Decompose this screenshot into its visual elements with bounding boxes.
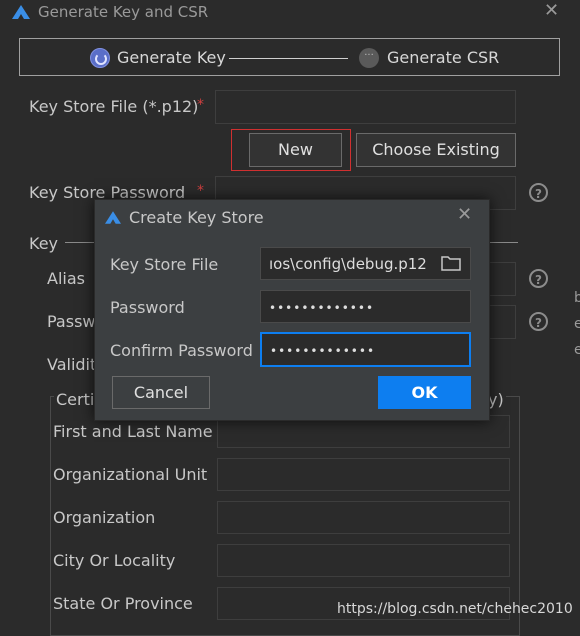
step-generate-csr: Generate CSR bbox=[387, 48, 500, 67]
window-close-icon[interactable]: ✕ bbox=[544, 0, 559, 21]
dialog-close-icon[interactable]: ✕ bbox=[457, 204, 472, 225]
keystore-file-input[interactable] bbox=[215, 90, 516, 124]
background-text-fragment: e bbox=[574, 316, 580, 332]
background-text-fragment: b bbox=[574, 290, 580, 306]
step-current-icon bbox=[90, 48, 110, 68]
keystore-file-path: ıos\config\debug.p12 bbox=[269, 255, 427, 273]
organization-input[interactable] bbox=[217, 501, 510, 534]
dialog-keystore-file-input[interactable]: ıos\config\debug.p12 bbox=[260, 247, 471, 280]
create-keystore-dialog: Create Key Store ✕ Key Store File ıos\co… bbox=[94, 199, 490, 421]
org-unit-label: Organizational Unit bbox=[53, 465, 208, 484]
watermark-url: https://blog.csdn.net/chehec2010 bbox=[337, 601, 573, 617]
dialog-confirm-password-label: Confirm Password bbox=[110, 341, 253, 360]
new-button[interactable]: New bbox=[249, 133, 342, 167]
help-icon[interactable]: ? bbox=[529, 312, 548, 331]
app-logo-icon bbox=[12, 5, 30, 19]
organization-label: Organization bbox=[53, 508, 156, 527]
key-section-label: Key bbox=[29, 234, 59, 253]
dialog-confirm-password-input[interactable]: ••••••••••••• bbox=[260, 332, 471, 367]
first-last-name-label: First and Last Name bbox=[53, 422, 213, 441]
step-connector bbox=[229, 58, 348, 59]
help-icon[interactable]: ? bbox=[529, 269, 548, 288]
dialog-title: Create Key Store bbox=[129, 208, 264, 227]
step-generate-key: Generate Key bbox=[117, 48, 226, 67]
window-titlebar: Generate Key and CSR ✕ bbox=[0, 0, 580, 26]
key-section-divider bbox=[65, 242, 94, 243]
app-logo-icon bbox=[105, 211, 121, 224]
dialog-keystore-file-label: Key Store File bbox=[110, 255, 219, 274]
org-unit-input[interactable] bbox=[217, 458, 510, 491]
dialog-password-label: Password bbox=[110, 298, 185, 317]
background-text-fragment: e bbox=[574, 342, 580, 358]
password-label: Passw bbox=[47, 312, 96, 331]
certificate-group-title: Certi bbox=[54, 390, 97, 409]
dialog-ok-button[interactable]: OK bbox=[378, 376, 471, 409]
password-masked-value: ••••••••••••• bbox=[269, 301, 375, 315]
key-section-divider bbox=[490, 242, 518, 243]
required-mark: * bbox=[197, 97, 204, 113]
city-label: City Or Locality bbox=[53, 551, 176, 570]
required-mark: * bbox=[197, 183, 204, 199]
dialog-cancel-button[interactable]: Cancel bbox=[112, 376, 210, 409]
choose-existing-button[interactable]: Choose Existing bbox=[356, 133, 516, 167]
folder-icon[interactable] bbox=[441, 255, 461, 271]
confirm-password-masked-value: ••••••••••••• bbox=[270, 344, 376, 358]
alias-input[interactable] bbox=[488, 262, 516, 296]
state-label: State Or Province bbox=[53, 594, 193, 613]
help-icon[interactable]: ? bbox=[529, 183, 548, 202]
password-input[interactable] bbox=[488, 305, 516, 339]
keystore-file-label: Key Store File (*.p12) bbox=[29, 97, 199, 116]
city-input[interactable] bbox=[217, 544, 510, 577]
dialog-password-input[interactable]: ••••••••••••• bbox=[260, 290, 471, 323]
step-pending-icon: ··· bbox=[359, 48, 379, 68]
window-title: Generate Key and CSR bbox=[38, 3, 209, 21]
alias-label: Alias bbox=[47, 269, 85, 288]
validity-label: Validit bbox=[47, 355, 97, 374]
